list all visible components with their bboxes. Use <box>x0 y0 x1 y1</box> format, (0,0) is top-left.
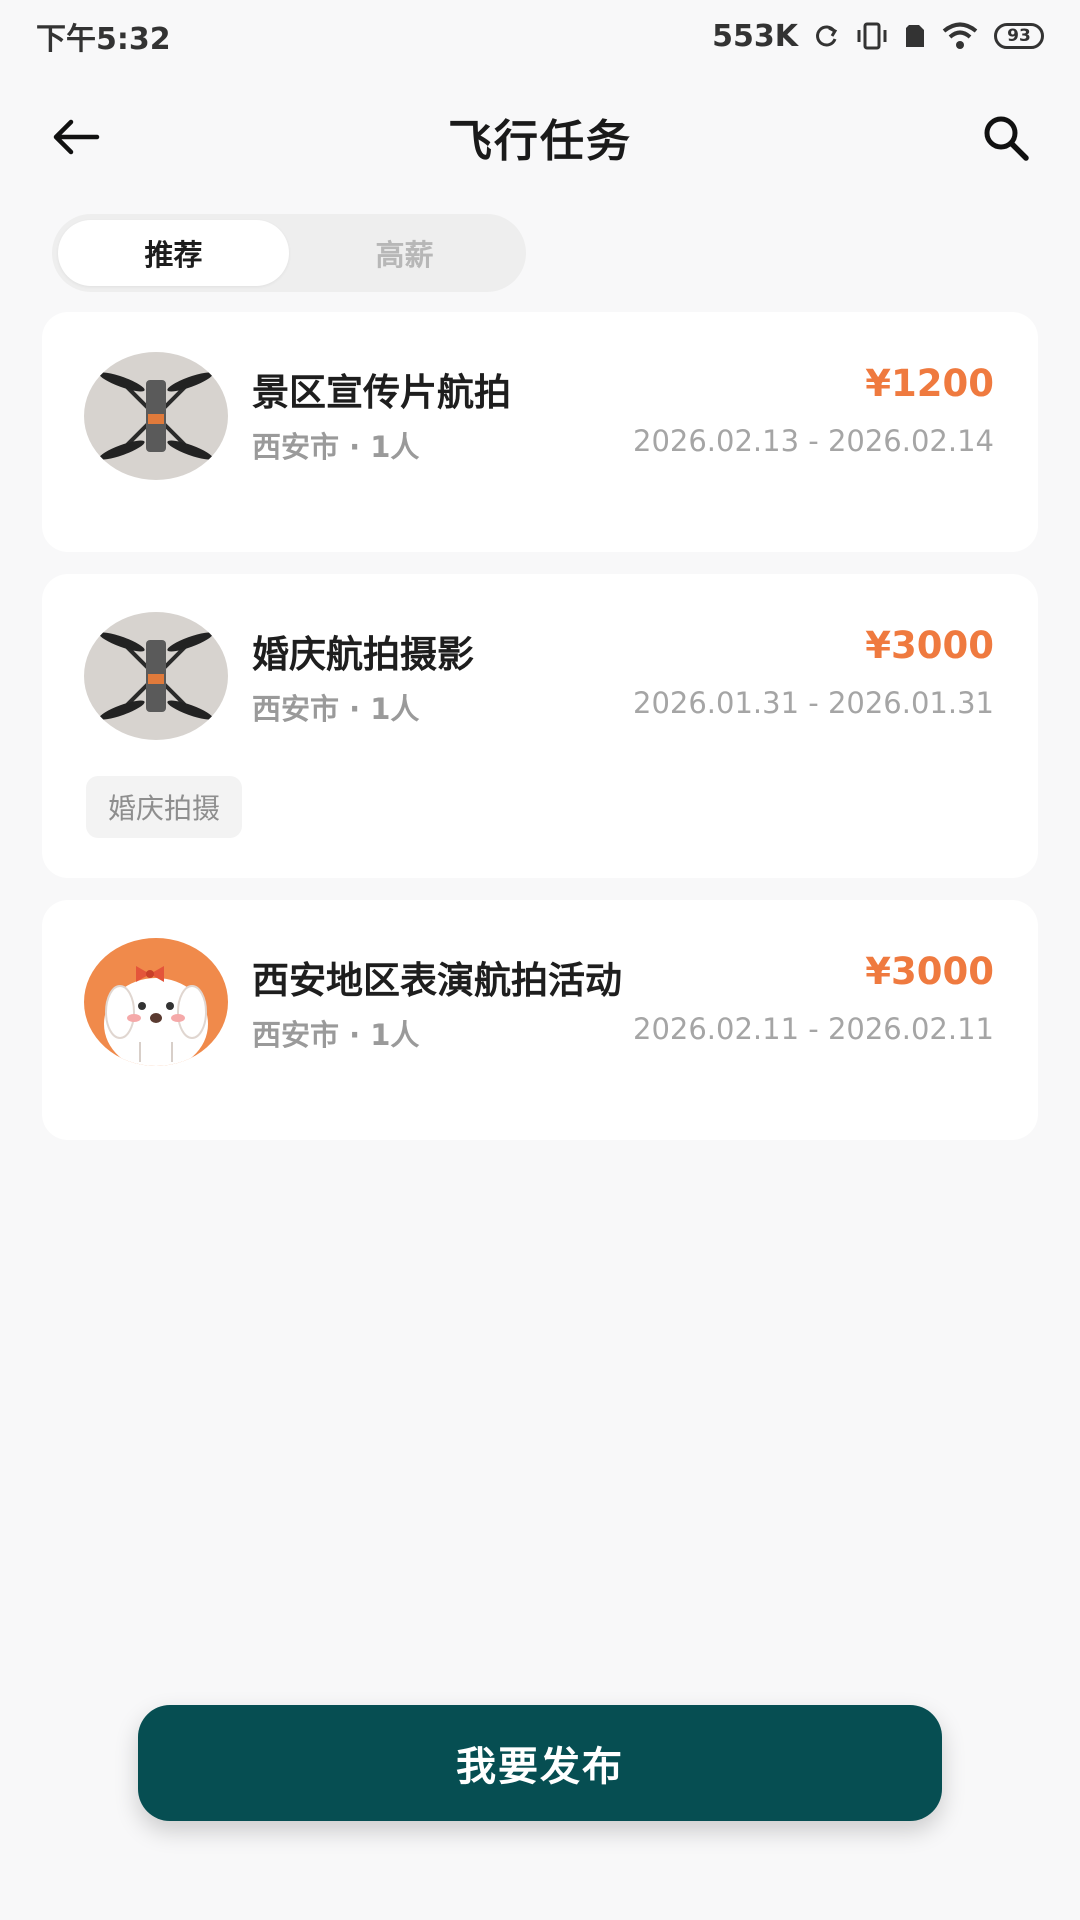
drone-avatar <box>84 352 228 480</box>
task-title: 婚庆航拍摄影 <box>252 633 474 676</box>
status-bar: 下午5:32 553K 93 <box>0 0 1080 72</box>
tab-bar: 推荐 高薪 <box>52 214 526 292</box>
wifi-icon <box>942 22 978 50</box>
back-button[interactable] <box>46 112 106 162</box>
battery-icon: 93 <box>994 23 1044 49</box>
task-card[interactable]: 景区宣传片航拍 ¥1200 西安市 · 1人 2026.02.13 - 2026… <box>42 312 1038 552</box>
status-time: 下午5:32 <box>36 22 171 57</box>
net-speed: 553K <box>712 18 798 54</box>
top-bar: 飞行任务 <box>0 92 1080 182</box>
page-title: 飞行任务 <box>448 116 632 167</box>
drone-avatar <box>84 612 228 740</box>
task-meta: 西安市 · 1人 <box>252 430 420 464</box>
publish-button[interactable]: 我要发布 <box>138 1705 942 1821</box>
cartoon-dog-avatar <box>84 938 228 1066</box>
task-dates: 2026.02.13 - 2026.02.14 <box>633 424 994 458</box>
sim-card-icon <box>904 23 926 49</box>
task-dates: 2026.01.31 - 2026.01.31 <box>633 686 994 720</box>
task-price: ¥3000 <box>865 950 994 993</box>
search-icon <box>984 116 1029 161</box>
task-meta: 西安市 · 1人 <box>252 692 420 726</box>
task-card[interactable]: 婚庆航拍摄影 ¥3000 西安市 · 1人 2026.01.31 - 2026.… <box>42 574 1038 878</box>
tab-high-salary[interactable]: 高薪 <box>289 220 520 286</box>
task-title: 西安地区表演航拍活动 <box>252 959 622 1002</box>
status-icons: 553K 93 <box>712 19 1044 54</box>
task-dates: 2026.02.11 - 2026.02.11 <box>633 1012 994 1046</box>
task-price: ¥1200 <box>865 362 994 405</box>
sync-icon <box>814 23 840 49</box>
task-price: ¥3000 <box>865 624 994 667</box>
vibrate-icon <box>856 21 888 51</box>
task-title: 景区宣传片航拍 <box>252 371 511 414</box>
tab-recommended[interactable]: 推荐 <box>58 220 289 286</box>
arrow-left-icon <box>53 119 100 155</box>
task-tag: 婚庆拍摄 <box>86 776 243 838</box>
task-meta: 西安市 · 1人 <box>252 1018 420 1052</box>
search-button[interactable] <box>976 110 1036 166</box>
task-card[interactable]: 西安地区表演航拍活动 ¥3000 西安市 · 1人 2026.02.11 - 2… <box>42 900 1038 1140</box>
